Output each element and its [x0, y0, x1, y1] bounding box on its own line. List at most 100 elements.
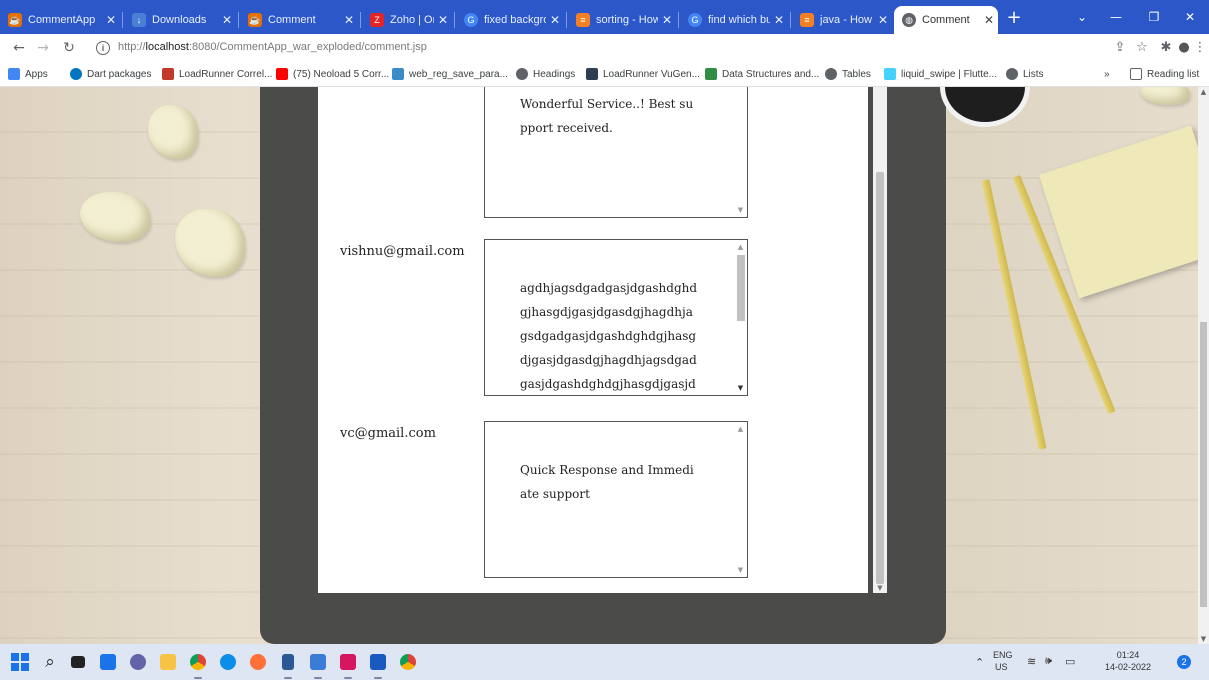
tab-java-how-to[interactable]: ≡ java - How to ✕ [792, 6, 892, 34]
tab-commentapp[interactable]: ☕ CommentApp ✕ [0, 6, 120, 34]
firefox-icon[interactable] [246, 650, 270, 674]
tab-zoho[interactable]: Z Zoho | Online ✕ [362, 6, 452, 34]
close-icon[interactable]: ✕ [546, 13, 564, 27]
scroll-down-icon[interactable]: ▼ [873, 583, 887, 593]
chat-icon[interactable] [126, 650, 150, 674]
chrome-taskbar-icon-2[interactable] [396, 650, 420, 674]
bookmark-dart-packages[interactable]: Dart packages [70, 66, 151, 82]
bookmark-apps[interactable]: Apps [8, 66, 48, 82]
scroll-up-icon[interactable]: ▲ [1198, 87, 1209, 97]
bookmark-vugen[interactable]: LoadRunner VuGen... [586, 66, 700, 82]
close-icon[interactable]: ✕ [434, 13, 452, 27]
apps-grid-icon [8, 68, 20, 80]
battery-icon[interactable]: ▭ [1065, 655, 1075, 668]
bookmark-web-reg[interactable]: web_reg_save_para... [392, 66, 508, 82]
back-icon[interactable]: ← [8, 38, 30, 58]
close-icon[interactable]: ✕ [770, 13, 788, 27]
scroll-down-icon[interactable]: ▼ [735, 204, 746, 216]
tab-fixed-background[interactable]: G fixed backgro ✕ [456, 6, 564, 34]
file-explorer-icon[interactable] [156, 650, 180, 674]
chevron-up-icon[interactable]: ⌃ [975, 656, 984, 669]
tab-search-icon[interactable]: ⌄ [1064, 6, 1100, 28]
language-region[interactable]: US [995, 662, 1008, 672]
widgets-icon[interactable] [96, 650, 120, 674]
close-icon[interactable]: ✕ [340, 13, 358, 27]
bookmark-star-icon[interactable]: ☆ [1132, 38, 1152, 58]
new-tab-button[interactable]: + [1000, 6, 1028, 30]
globe-icon [825, 68, 837, 80]
bookmark-headings[interactable]: Headings [516, 66, 575, 82]
share-icon[interactable]: ⇪ [1110, 38, 1130, 58]
info-icon[interactable]: i [96, 41, 110, 55]
menu-icon[interactable]: ⋮ [1190, 38, 1209, 58]
word-icon[interactable] [366, 650, 390, 679]
tab-separator [122, 12, 123, 28]
bookmark-loadrunner[interactable]: LoadRunner Correl... [162, 66, 272, 82]
scroll-down-icon[interactable]: ▼ [735, 564, 746, 576]
scroll-down-icon[interactable]: ▼ [735, 382, 746, 394]
java-icon: ☕ [8, 13, 22, 27]
volume-icon[interactable]: 🕪 [1045, 655, 1052, 668]
scroll-thumb[interactable] [737, 255, 745, 321]
tab-comment-active[interactable]: ◍ Comment ✕ [894, 6, 998, 34]
scroll-thumb[interactable] [1200, 322, 1207, 607]
notification-badge[interactable]: 2 [1177, 655, 1191, 669]
bookmark-liquid-swipe[interactable]: liquid_swipe | Flutte... [884, 66, 997, 82]
tab-sorting[interactable]: ≡ sorting - How ✕ [568, 6, 676, 34]
tab-comment[interactable]: ☕ Comment ✕ [240, 6, 358, 34]
clock-date[interactable]: 14-02-2022 [1093, 662, 1163, 672]
forward-icon[interactable]: → [32, 38, 54, 58]
close-icon[interactable]: ✕ [874, 13, 892, 27]
close-icon[interactable]: ✕ [980, 13, 998, 27]
task-view-icon[interactable] [66, 650, 90, 674]
window-close-icon[interactable]: ✕ [1172, 6, 1208, 28]
textarea-scrollbar[interactable]: ▲ ▼ [735, 241, 746, 394]
comment-textarea[interactable]: Wonderful Service..! Best support receiv… [484, 87, 748, 218]
bookmark-data-structures[interactable]: Data Structures and... [705, 66, 819, 82]
search-icon[interactable]: ⌕ [38, 650, 62, 674]
edge-icon[interactable] [216, 650, 240, 674]
close-icon[interactable]: ✕ [218, 13, 236, 27]
comment-textarea[interactable]: Quick Response and Immediate support ▲ ▼ [484, 421, 748, 578]
more-bookmarks-button[interactable]: » [1104, 66, 1110, 82]
scroll-down-icon[interactable]: ▼ [1198, 634, 1209, 644]
tab-separator [566, 12, 567, 28]
textarea-scrollbar[interactable]: ▲ ▼ [735, 423, 746, 576]
close-icon[interactable]: ✕ [658, 13, 676, 27]
page-scrollbar[interactable]: ▲ ▼ [1198, 87, 1209, 644]
tab-find-which[interactable]: G find which but ✕ [680, 6, 788, 34]
gfg-icon [705, 68, 717, 80]
tab-downloads[interactable]: ↓ Downloads ✕ [124, 6, 236, 34]
minimize-icon[interactable]: — [1098, 6, 1134, 28]
comment-email: vc@gmail.com [340, 426, 436, 441]
tab-separator [360, 12, 361, 28]
crumpled-paper-image [80, 192, 150, 242]
chrome-taskbar-icon[interactable] [186, 650, 210, 679]
bookmark-lists[interactable]: Lists [1006, 66, 1044, 82]
textarea-scrollbar[interactable]: ▼ [735, 87, 746, 216]
card-scrollbar[interactable]: ▼ [873, 87, 887, 593]
close-icon[interactable]: ✕ [102, 13, 120, 27]
reload-icon[interactable]: ↻ [58, 38, 80, 58]
wifi-icon[interactable]: ≋ [1027, 655, 1036, 668]
start-button[interactable] [8, 650, 32, 674]
scroll-up-icon[interactable]: ▲ [735, 241, 746, 253]
scroll-thumb[interactable] [876, 172, 884, 584]
globe-icon: ◍ [902, 13, 916, 27]
clock-time[interactable]: 01:24 [1093, 650, 1163, 660]
bookmark-tables[interactable]: Tables [825, 66, 871, 82]
comment-email: vishnu@gmail.com [340, 244, 465, 259]
restore-icon[interactable]: ❐ [1136, 6, 1172, 28]
photos-icon[interactable] [306, 650, 330, 679]
page-viewport: Wonderful Service..! Best support receiv… [0, 87, 1198, 644]
reading-list-button[interactable]: Reading list [1130, 66, 1199, 82]
notepad-icon[interactable] [276, 650, 300, 679]
url-text[interactable]: http://localhost:8080/CommentApp_war_exp… [118, 41, 427, 53]
language-indicator[interactable]: ENG [993, 650, 1013, 660]
bookmark-neoload[interactable]: (75) Neoload 5 Corr... [276, 66, 389, 82]
scroll-up-icon[interactable]: ▲ [735, 423, 746, 435]
extensions-icon[interactable]: ✱ [1156, 38, 1176, 58]
comment-textarea[interactable]: agdhjagsdgadgasjdgashdghdgjhasgdjgasjdga… [484, 239, 748, 396]
intellij-icon[interactable] [336, 650, 360, 679]
address-bar[interactable]: i http://localhost:8080/CommentApp_war_e… [92, 38, 1132, 58]
